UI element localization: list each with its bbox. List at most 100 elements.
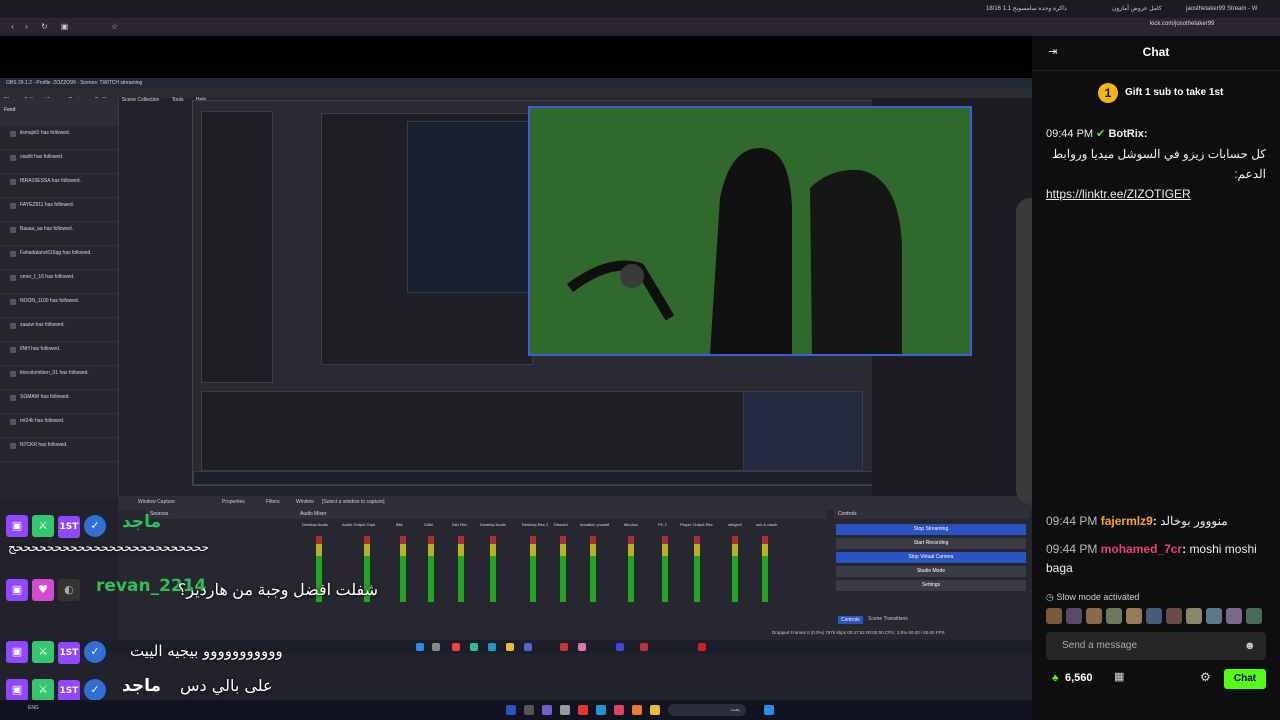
emote[interactable] — [1226, 608, 1242, 624]
overlay-chat-line: ▣ ⚔ 1ST ✓ ماجد حححححححححححححححححححححححححح — [0, 510, 300, 554]
audio-mixer-title: Audio Mixer — [296, 510, 826, 519]
audio-meter — [762, 536, 768, 602]
emote-bar — [1046, 608, 1270, 624]
address-bar[interactable]: kick.com/josothetaker99 — [1150, 21, 1214, 27]
points-value: 6,560 — [1065, 672, 1093, 684]
stream-video[interactable]: OBS 29.1.2 - Profile: ZOZZO99 - Scenes: … — [0, 78, 1032, 720]
app-icon — [616, 643, 624, 651]
app-icon — [698, 643, 706, 651]
chat-title: Chat — [1142, 45, 1170, 59]
emote[interactable] — [1046, 608, 1062, 624]
app-icon — [640, 643, 648, 651]
feed-item: SGMAW has followed. — [0, 390, 118, 414]
stop-streaming-button[interactable]: Stop Streaming — [836, 524, 1026, 535]
feed-item: IlNH has followed. — [0, 342, 118, 366]
message-time: 09:44 PM — [1046, 128, 1094, 140]
feed-header: Feed — [0, 98, 118, 126]
app-icon — [416, 643, 424, 651]
filters-button[interactable]: Filters — [266, 499, 280, 505]
tab-controls[interactable]: Controls — [838, 616, 863, 624]
mixer-channel: Player Output Rec — [680, 522, 713, 527]
mixer-channel: CAM — [424, 522, 433, 527]
feed-item: zaazw has followed. — [0, 318, 118, 342]
emote[interactable] — [1246, 608, 1262, 624]
emote[interactable] — [1166, 608, 1182, 624]
app-icon — [470, 643, 478, 651]
overlay-username: ماجد — [122, 512, 161, 532]
verified-icon: ✓ — [84, 515, 106, 537]
sword-icon: ⚔ — [32, 515, 54, 537]
studio-mode-button[interactable]: Studio Mode — [836, 566, 1026, 577]
app-icon — [596, 705, 606, 715]
message-user[interactable]: fajermlz9 — [1101, 514, 1153, 528]
settings-button[interactable]: Settings — [836, 580, 1026, 591]
twitch-icon: ▣ — [6, 679, 28, 701]
feed-item: mt24k has followed. — [0, 414, 118, 438]
browser-tab[interactable]: 18/16 ذاكرة وحدة سامسونج 1.1 — [986, 3, 1067, 15]
send-message-input[interactable]: Send a message ☻ — [1046, 632, 1266, 660]
gift-sub-banner[interactable]: 1 Gift 1 sub to take 1st — [1032, 80, 1280, 106]
stop-virtual-camera-button[interactable]: Stop Virtual Camera — [836, 552, 1026, 563]
message-time: 09:44 PM — [1046, 542, 1098, 556]
search-box[interactable]: بحث — [668, 704, 746, 716]
start-icon[interactable] — [764, 705, 774, 715]
message-user[interactable]: mohamed_7cr — [1101, 542, 1182, 556]
start-recording-button[interactable]: Start Recording — [836, 538, 1026, 549]
app-icon — [524, 643, 532, 651]
mixer-channel: Discord — [554, 522, 568, 527]
slow-mode-icon: ◷ — [1046, 592, 1054, 602]
extension-icon[interactable]: ▣ — [60, 22, 69, 31]
gift-icon[interactable]: ▦ — [1114, 670, 1128, 684]
reload-icon[interactable]: ↻ — [40, 22, 49, 31]
emote[interactable] — [1086, 608, 1102, 624]
window-select[interactable]: [Select a window to capture] — [322, 499, 385, 505]
emote[interactable] — [1186, 608, 1202, 624]
audio-meter — [428, 536, 434, 602]
audio-meter — [560, 536, 566, 602]
message-link[interactable]: https://linktr.ee/ZIZOTIGER — [1046, 184, 1266, 204]
mixer-channel: Bits — [396, 522, 403, 527]
first-badge-icon: 1ST — [58, 680, 80, 702]
badge-row: ▣ ⚔ 1ST ✓ — [6, 678, 110, 702]
badge-row: ▣ ⚔ 1ST ✓ — [6, 640, 110, 664]
browser-tab-active[interactable]: jaosthetaker99 Stream - W — [1186, 3, 1257, 15]
message-user: BotRix — [1108, 128, 1144, 140]
window-capture-label: Window Capture — [138, 499, 175, 505]
badge-row: ▣ ⚔ 1ST ✓ — [6, 514, 110, 538]
emote[interactable] — [1066, 608, 1082, 624]
rank-icon: 1 — [1098, 83, 1118, 103]
back-icon[interactable]: ‹ — [8, 22, 17, 31]
tab-scene-transitions[interactable]: Scene Transitions — [868, 616, 908, 622]
emote[interactable] — [1106, 608, 1122, 624]
properties-button[interactable]: Properties — [222, 499, 245, 505]
page-header-band — [0, 36, 1032, 78]
feed-item: IBRA10ESSA has followed. — [0, 174, 118, 198]
star-icon[interactable]: ☆ — [110, 22, 119, 31]
app-icon — [650, 705, 660, 715]
obs-menu-tools: Tools — [171, 97, 184, 103]
emote[interactable] — [1126, 608, 1142, 624]
channel-points[interactable]: ♣ 6,560 — [1052, 672, 1093, 684]
obs-menu-scene-collection: Scene Collection — [121, 97, 160, 103]
greenscreen-camera — [528, 106, 972, 356]
browser-tab[interactable]: كامل عروض أمازون — [1112, 3, 1162, 15]
forward-icon[interactable]: › — [22, 22, 31, 31]
mixer-channel: stinger2 — [728, 522, 743, 527]
chat-send-button[interactable]: Chat — [1224, 669, 1266, 689]
feed-item: omer_f_16 has followed. — [0, 270, 118, 294]
twitch-icon: ▣ — [6, 515, 28, 537]
emote[interactable] — [1206, 608, 1222, 624]
emote[interactable] — [1146, 608, 1162, 624]
mixer-channel: Mic/Aux — [624, 522, 639, 527]
feed-item: FAYEZ811 has followed. — [0, 198, 118, 222]
audio-meter — [694, 536, 700, 602]
mixer-channel: PC 2 — [658, 522, 667, 527]
emoji-icon[interactable]: ☻ — [1244, 639, 1258, 653]
obs-feed-dock: Feed ilsmajid1 has followed. oiazlit has… — [0, 98, 119, 498]
gear-icon[interactable]: ⚙ — [1200, 670, 1214, 684]
first-badge-icon: 1ST — [58, 642, 80, 664]
overlay-message: على بالي دس — [180, 676, 273, 695]
language-indicator: ENG — [28, 705, 39, 711]
message-text: منووور بوخالد — [1160, 514, 1228, 528]
send-placeholder: Send a message — [1062, 640, 1138, 651]
